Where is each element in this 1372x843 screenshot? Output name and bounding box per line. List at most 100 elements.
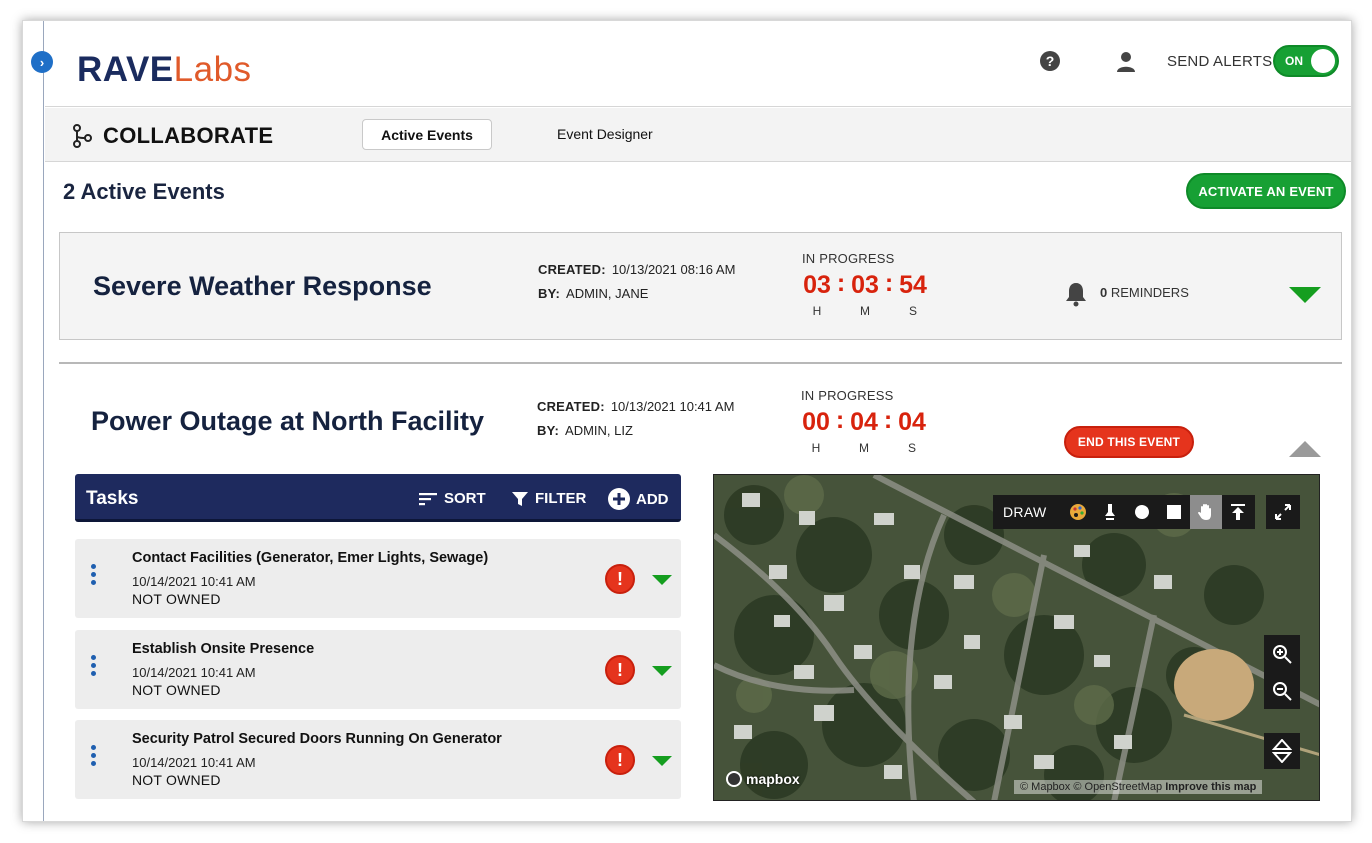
section-title: COLLABORATE <box>103 123 274 148</box>
kebab-menu-icon[interactable] <box>91 655 96 679</box>
by-label: BY: <box>538 286 561 301</box>
task-title: Contact Facilities (Generator, Emer Ligh… <box>132 550 489 566</box>
left-rail <box>23 21 44 821</box>
reset-bearing-button[interactable] <box>1264 733 1300 769</box>
event-timer: 03 H : 03 M : 54 S <box>803 269 927 319</box>
mapbox-mark-icon <box>726 771 742 787</box>
created-label: CREATED: <box>537 399 605 414</box>
sort-label: SORT <box>444 490 486 507</box>
collapse-event-toggle[interactable] <box>1289 441 1321 457</box>
collaborate-icon <box>73 124 92 148</box>
timer-minutes-label: M <box>860 304 870 318</box>
task-card[interactable]: Establish Onsite Presence 10/14/2021 10:… <box>75 630 681 709</box>
expand-event-toggle[interactable] <box>1289 287 1321 303</box>
created-value: 10/13/2021 10:41 AM <box>610 399 735 414</box>
created-label: CREATED: <box>538 262 606 277</box>
task-date: 10/14/2021 10:41 AM <box>132 574 256 589</box>
square-icon[interactable] <box>1158 495 1190 529</box>
logo-primary: RAVE <box>77 50 174 89</box>
send-alerts-label: SEND ALERTS <box>1167 53 1273 70</box>
expand-icon <box>1275 504 1291 520</box>
circle-icon[interactable] <box>1126 495 1158 529</box>
improve-map-link[interactable]: Improve this map <box>1165 781 1256 793</box>
app-header: RAVE Labs ? SEND ALERTS ON <box>45 21 1351 107</box>
zoom-in-button[interactable] <box>1264 635 1300 672</box>
end-event-button[interactable]: END THIS EVENT <box>1064 426 1194 458</box>
timer-minutes: 03 <box>851 271 879 299</box>
by-value: ADMIN, JANE <box>566 286 649 301</box>
zoom-out-icon <box>1273 681 1292 701</box>
task-card[interactable]: Security Patrol Secured Doors Running On… <box>75 720 681 799</box>
task-date: 10/14/2021 10:41 AM <box>132 665 256 680</box>
task-date: 10/14/2021 10:41 AM <box>132 755 256 770</box>
task-card[interactable]: Contact Facilities (Generator, Emer Ligh… <box>75 539 681 618</box>
satellite-map[interactable]: DRAW mapbox © Mapbox © OpenStreetMap Imp… <box>713 474 1320 801</box>
event-title: Power Outage at North Facility <box>91 406 485 436</box>
event-meta: CREATED: 10/13/2021 10:41 AM BY: ADMIN, LI… <box>537 395 734 443</box>
section-nav: COLLABORATE Active Events Event Designer <box>45 108 1351 162</box>
chevron-right-icon: › <box>39 54 45 70</box>
timer-seconds: 54 <box>899 271 927 299</box>
zoom-out-button[interactable] <box>1264 672 1300 709</box>
help-icon[interactable]: ? <box>1040 51 1060 71</box>
timer-seconds-label: S <box>908 304 917 318</box>
created-value: 10/13/2021 08:16 AM <box>611 262 736 277</box>
reminders-label: REMINDERS <box>1110 285 1189 300</box>
timer-hours-label: H <box>812 304 822 318</box>
sort-button[interactable]: SORT <box>419 490 486 507</box>
kebab-menu-icon[interactable] <box>91 564 96 588</box>
event-card[interactable]: Severe Weather Response CREATED: 10/13/20… <box>59 232 1342 340</box>
tab-active-events[interactable]: Active Events <box>362 119 492 150</box>
task-owner: NOT OWNED <box>132 591 221 607</box>
tab-event-designer[interactable]: Event Designer <box>557 126 653 142</box>
timer-hours: 00 <box>802 408 830 436</box>
add-label: ADD <box>636 490 669 508</box>
page-title: 2 Active Events <box>63 179 225 204</box>
reminders-number: 0 <box>1100 285 1108 300</box>
add-task-button[interactable]: ADD <box>607 487 669 511</box>
event-title: Severe Weather Response <box>93 271 432 301</box>
timer-minutes-label: M <box>859 441 869 455</box>
compass-icon <box>1272 739 1292 763</box>
filter-icon <box>512 491 528 506</box>
timer-hours: 03 <box>803 271 831 299</box>
alert-icon: ! <box>605 655 635 685</box>
expand-sidebar-button[interactable]: › <box>31 51 53 73</box>
timer-seconds: 04 <box>898 408 926 436</box>
fullscreen-button[interactable] <box>1266 495 1300 529</box>
user-icon[interactable] <box>1115 51 1137 73</box>
reminders-count[interactable]: 0 REMINDERS <box>1100 285 1189 300</box>
kebab-menu-icon[interactable] <box>91 745 96 769</box>
mapbox-logo: mapbox <box>726 771 800 787</box>
map-attribution[interactable]: © Mapbox © OpenStreetMap Improve this ma… <box>1014 780 1263 794</box>
draw-toolbar: DRAW <box>993 495 1255 529</box>
send-alerts-toggle[interactable]: ON <box>1273 45 1339 77</box>
expand-task-toggle[interactable] <box>652 575 672 585</box>
task-title: Security Patrol Secured Doors Running On… <box>132 731 502 747</box>
ravelabs-logo: RAVE Labs <box>77 37 252 87</box>
tasks-title: Tasks <box>86 488 139 509</box>
hand-icon[interactable] <box>1190 495 1223 529</box>
pen-icon[interactable] <box>1094 495 1126 529</box>
zoom-in-icon <box>1273 644 1292 664</box>
expand-task-toggle[interactable] <box>652 666 672 676</box>
timer-hours-label: H <box>811 441 821 455</box>
plus-circle-icon <box>608 488 630 510</box>
upload-icon[interactable] <box>1222 495 1254 529</box>
event-timer: 00 H : 04 M : 04 S <box>802 406 926 456</box>
event-meta: CREATED: 10/13/2021 08:16 AM BY: ADMIN, JA… <box>538 258 735 306</box>
bell-icon <box>1066 283 1086 307</box>
expand-task-toggle[interactable] <box>652 756 672 766</box>
draw-label: DRAW <box>1003 504 1047 520</box>
by-label: BY: <box>537 423 560 438</box>
alert-icon: ! <box>605 564 635 594</box>
by-value: ADMIN, LIZ <box>565 423 633 438</box>
activate-event-button[interactable]: ACTIVATE AN EVENT <box>1186 173 1346 209</box>
app-window: › RAVE Labs ? SEND ALERTS ON COLLABORATE… <box>22 20 1352 822</box>
timer-minutes: 04 <box>850 408 878 436</box>
timer-seconds-label: S <box>907 441 916 455</box>
filter-label: FILTER <box>535 490 587 507</box>
palette-icon[interactable] <box>1062 495 1094 529</box>
filter-button[interactable]: FILTER <box>512 490 586 507</box>
toggle-knob <box>1311 49 1335 73</box>
